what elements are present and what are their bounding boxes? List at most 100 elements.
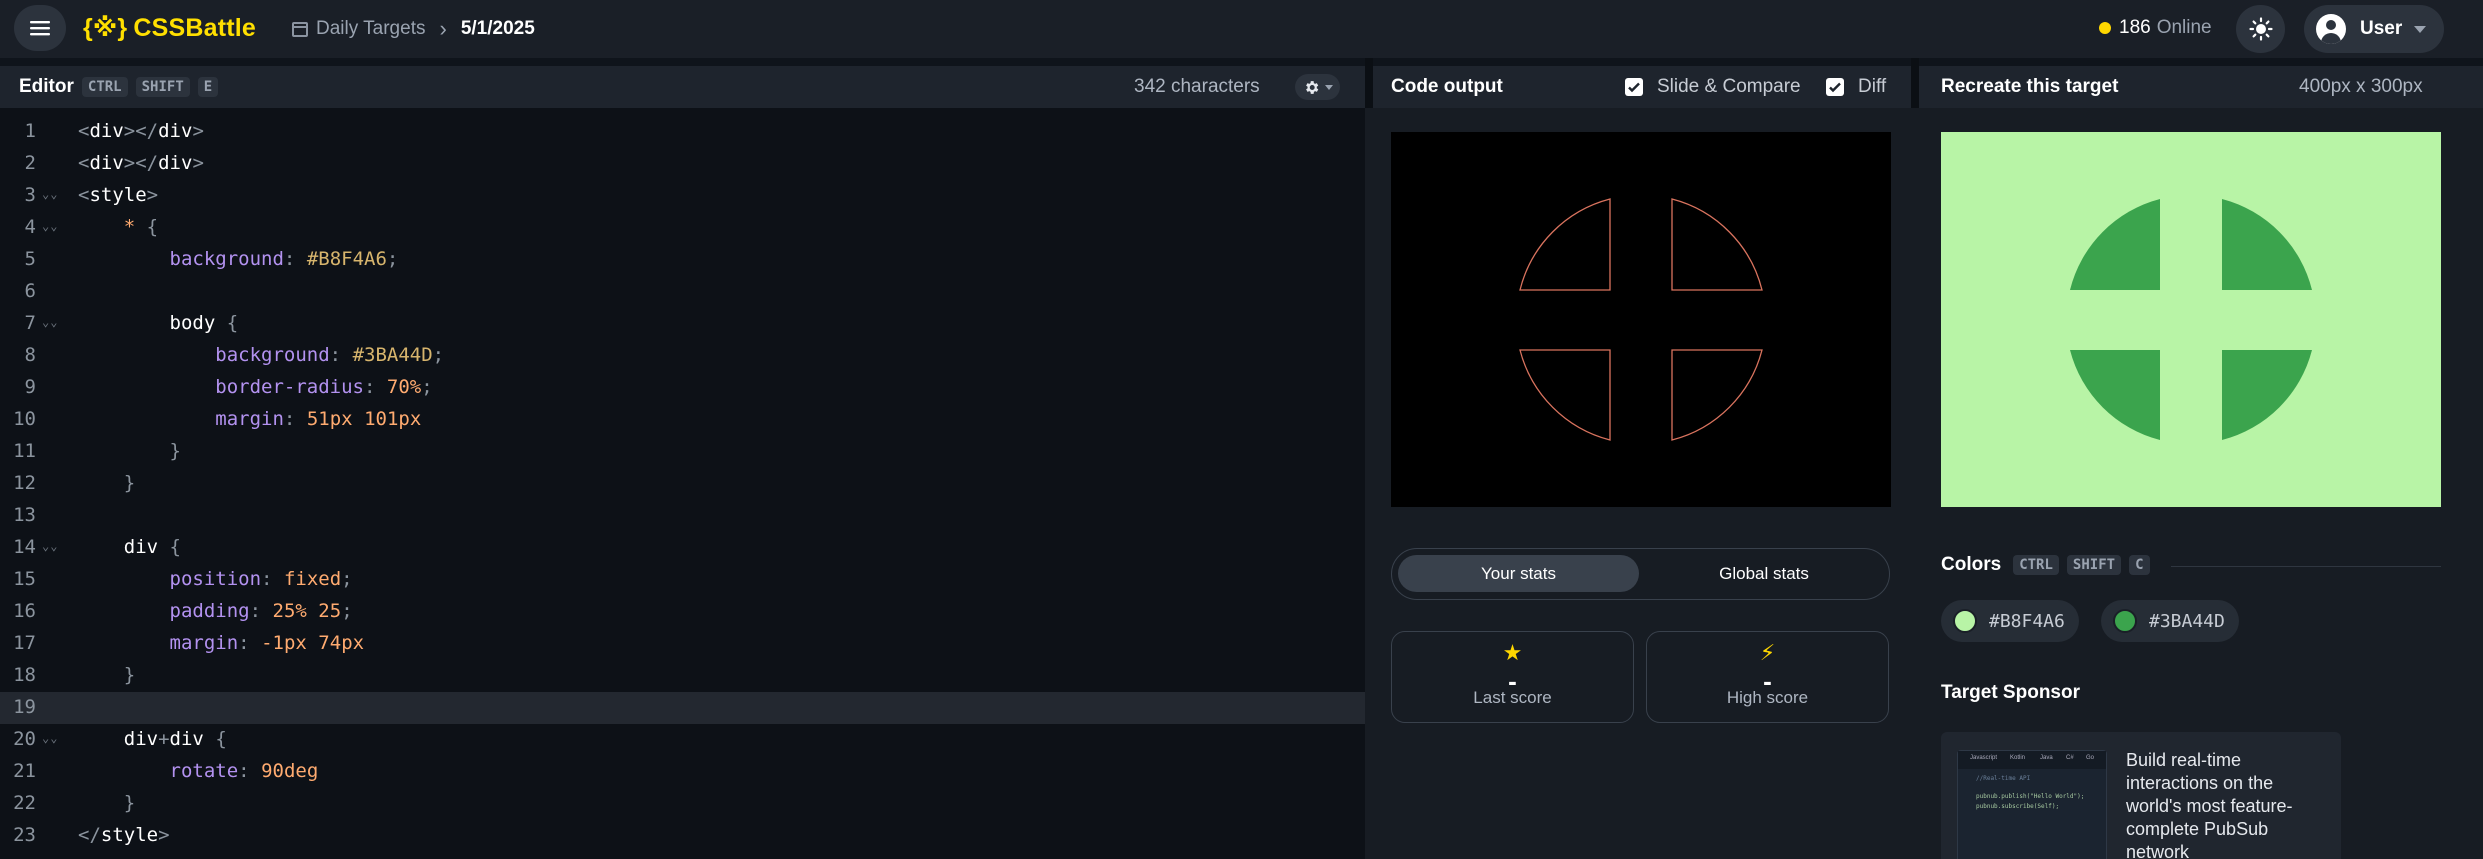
target-title: Recreate this target xyxy=(1941,76,2119,97)
chevron-right-icon: › xyxy=(439,16,447,41)
code-text: background: #3BA44D; xyxy=(215,344,445,366)
code-line[interactable]: 23 </style> xyxy=(0,820,1365,852)
diff-label: Diff xyxy=(1858,76,1887,97)
code-line[interactable]: 8 background: #3BA44D; xyxy=(0,340,1365,372)
checkbox-checked-icon[interactable] xyxy=(1826,78,1844,96)
code-line-active[interactable]: 19 xyxy=(0,692,1365,724)
code-line[interactable]: 11 } xyxy=(0,436,1365,468)
fold-chevron-icon[interactable]: ⌄⌄ xyxy=(42,731,58,745)
chevron-down-icon xyxy=(2414,25,2427,33)
sponsor-code-line: pubnub.subscribe(Self); xyxy=(1976,803,2060,810)
code-editor[interactable]: 1 <div></div> 2 <div></div> 3 ⌄⌄ <style> 4 ⌄⌄… xyxy=(0,108,1365,859)
shortcut-key: SHIFT xyxy=(2066,555,2122,575)
fold-chevron-icon[interactable]: ⌄⌄ xyxy=(42,315,58,329)
sponsor-tab: C# xyxy=(2066,755,2074,761)
last-score-card: ★ - Last score xyxy=(1391,631,1634,723)
code-text: border-radius: 70%; xyxy=(215,376,433,398)
sponsor-heading: Target Sponsor xyxy=(1941,682,2080,704)
cssbattle-logo[interactable]: {※} CSSBattle xyxy=(83,13,256,43)
code-line[interactable]: 1 <div></div> xyxy=(0,116,1365,148)
menu-button[interactable] xyxy=(14,5,66,51)
code-line[interactable]: 18 } xyxy=(0,660,1365,692)
code-text: background: #B8F4A6; xyxy=(169,248,399,270)
high-score-card: ⚡ - High score xyxy=(1646,631,1889,723)
code-line[interactable]: 12 } xyxy=(0,468,1365,500)
checkbox-checked-icon[interactable] xyxy=(1625,78,1643,96)
sun-icon xyxy=(2248,17,2273,41)
sponsor-code-screenshot: Javascript Kotlin Java C# Go //Real-time… xyxy=(1957,750,2107,859)
line-number: 12 xyxy=(13,472,36,494)
code-line[interactable]: 22 } xyxy=(0,788,1365,820)
line-number: 14 xyxy=(13,536,36,558)
sponsor-tab: Javascript xyxy=(1970,755,1998,761)
target-image[interactable] xyxy=(1941,132,2441,507)
code-line[interactable]: 10 margin: 51px 101px xyxy=(0,404,1365,436)
code-line[interactable]: 9 border-radius: 70%; xyxy=(0,372,1365,404)
code-line[interactable]: 2 <div></div> xyxy=(0,148,1365,180)
code-text: div { xyxy=(123,536,181,558)
code-text: body { xyxy=(169,312,239,334)
shortcut-key: CTRL xyxy=(2013,555,2059,575)
tab-your-stats[interactable]: Your stats xyxy=(1398,555,1639,592)
code-text: rotate: 90deg xyxy=(169,760,319,782)
line-number: 22 xyxy=(13,792,36,814)
colors-title: Colors xyxy=(1941,554,2002,575)
theme-toggle-button[interactable] xyxy=(2236,5,2285,53)
logo-mark: {※} xyxy=(83,14,128,42)
gear-icon xyxy=(1305,80,1318,94)
slide-compare-toggle[interactable]: Slide & Compare xyxy=(1625,76,1801,98)
lightning-icon: ⚡ xyxy=(1759,640,1776,665)
editor-header: Editor CTRL SHIFT E 342 characters xyxy=(0,66,1365,108)
code-line[interactable]: 15 position: fixed; xyxy=(0,564,1365,596)
high-score-label: High score xyxy=(1726,688,1809,707)
code-line[interactable]: 13 xyxy=(0,500,1365,532)
code-line[interactable]: 3 ⌄⌄ <style> xyxy=(0,180,1365,212)
sponsor-card[interactable]: Javascript Kotlin Java C# Go //Real-time… xyxy=(1941,732,2341,859)
code-line[interactable]: 6 xyxy=(0,276,1365,308)
colors-heading: Colors CTRL SHIFT C xyxy=(1941,554,2441,576)
fold-chevron-icon[interactable]: ⌄⌄ xyxy=(42,187,58,201)
diff-outline xyxy=(1519,198,1763,441)
code-line[interactable]: 14 ⌄⌄ div { xyxy=(0,532,1365,564)
avatar-icon xyxy=(2316,14,2346,44)
line-number: 21 xyxy=(13,760,36,782)
code-text: } xyxy=(123,664,136,686)
line-number: 5 xyxy=(24,248,36,270)
diff-toggle[interactable]: Diff xyxy=(1826,76,1886,98)
code-text: margin: 51px 101px xyxy=(215,408,422,430)
code-line[interactable]: 20 ⌄⌄ div+div { xyxy=(0,724,1365,756)
code-line[interactable]: 5 background: #B8F4A6; xyxy=(0,244,1365,276)
line-number: 6 xyxy=(24,280,36,302)
line-number: 20 xyxy=(13,728,36,750)
shortcut-key: E xyxy=(197,77,219,97)
sponsor-tab-bar: Javascript Kotlin Java C# Go xyxy=(1958,751,2106,769)
code-line[interactable]: 21 rotate: 90deg xyxy=(0,756,1365,788)
line-number: 15 xyxy=(13,568,36,590)
code-line[interactable]: 16 padding: 25% 25; xyxy=(0,596,1365,628)
color-swatch[interactable]: #B8F4A6 xyxy=(1941,600,2079,642)
color-swatch[interactable]: #3BA44D xyxy=(2101,600,2239,642)
slide-compare-label: Slide & Compare xyxy=(1657,76,1801,97)
online-label: Online xyxy=(2156,17,2212,38)
sponsor-tab: Go xyxy=(2086,755,2095,761)
shortcut-key: C xyxy=(2129,555,2150,575)
breadcrumb-daily-targets[interactable]: Daily Targets xyxy=(316,18,425,40)
tab-global-stats[interactable]: Global stats xyxy=(1645,555,1883,592)
line-number: 3 xyxy=(24,184,36,206)
code-output-title: Code output xyxy=(1391,76,1503,97)
fold-chevron-icon[interactable]: ⌄⌄ xyxy=(42,219,58,233)
fold-chevron-icon[interactable]: ⌄⌄ xyxy=(42,539,58,553)
user-menu-button[interactable]: User xyxy=(2304,5,2444,53)
code-line[interactable]: 7 ⌄⌄ body { xyxy=(0,308,1365,340)
code-line[interactable]: 4 ⌄⌄ * { xyxy=(0,212,1365,244)
color-hex: #B8F4A6 xyxy=(1989,610,2065,632)
code-text: * { xyxy=(123,216,159,238)
code-text: } xyxy=(169,440,181,462)
output-preview[interactable] xyxy=(1391,132,1891,507)
color-hex: #3BA44D xyxy=(2149,610,2225,632)
editor-settings-button[interactable] xyxy=(1295,74,1340,100)
star-icon: ★ xyxy=(1502,640,1523,665)
breadcrumb-current-date: 5/1/2025 xyxy=(460,18,535,39)
divider xyxy=(2171,566,2441,567)
code-line[interactable]: 17 margin: -1px 74px xyxy=(0,628,1365,660)
